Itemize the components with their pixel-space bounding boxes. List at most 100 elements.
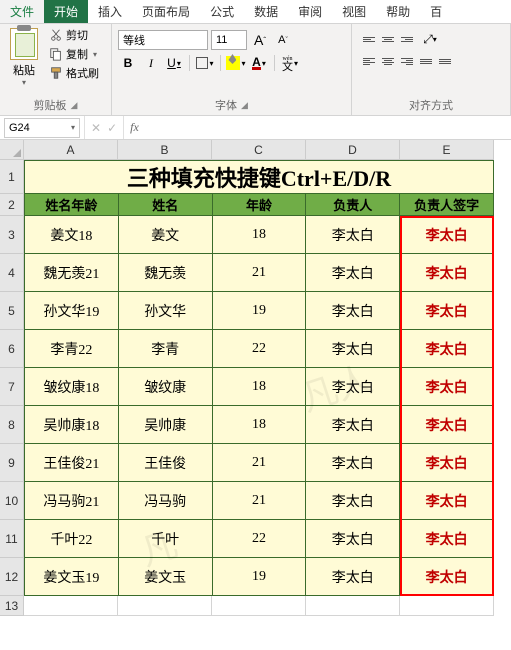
row-header[interactable]: 5: [0, 292, 24, 330]
table-header-cell: 姓名年龄: [24, 194, 119, 216]
table-row: 冯马驹21冯马驹21李太白李太白: [24, 482, 494, 520]
select-all-corner[interactable]: [0, 140, 24, 160]
tab-data[interactable]: 数据: [244, 0, 288, 23]
data-table: 三种填充快捷键Ctrl+E/D/R 姓名年龄姓名年龄负责人负责人签字 姜文18姜…: [24, 160, 494, 596]
table-header-row: 姓名年龄姓名年龄负责人负责人签字: [24, 194, 494, 216]
table-cell: 孙文华: [119, 292, 213, 330]
table-cell: 皱纹康: [119, 368, 213, 406]
increase-indent-button[interactable]: [436, 52, 454, 70]
table-cell: 18: [213, 216, 307, 254]
cell[interactable]: [212, 596, 306, 616]
table-cell: 魏无羡: [119, 254, 213, 292]
row-header[interactable]: 12: [0, 558, 24, 596]
cut-button[interactable]: 剪切: [46, 26, 102, 44]
row-header[interactable]: 7: [0, 368, 24, 406]
tab-page-layout[interactable]: 页面布局: [132, 0, 200, 23]
font-color-button[interactable]: A▾: [249, 53, 269, 73]
enter-icon[interactable]: ✓: [107, 121, 117, 135]
brush-icon: [49, 66, 63, 80]
tab-insert[interactable]: 插入: [88, 0, 132, 23]
format-painter-button[interactable]: 格式刷: [46, 64, 102, 82]
row-header[interactable]: 1: [0, 160, 24, 194]
table-cell: 皱纹康18: [24, 368, 119, 406]
fill-color-button[interactable]: ▾: [226, 53, 246, 73]
paste-button[interactable]: 粘贴 ▾: [4, 26, 44, 89]
cancel-icon[interactable]: ✕: [91, 121, 101, 135]
font-dialog-launcher[interactable]: ◢: [241, 100, 248, 111]
tab-formulas[interactable]: 公式: [200, 0, 244, 23]
font-group-label: 字体: [215, 97, 237, 113]
row-header[interactable]: 11: [0, 520, 24, 558]
row-header[interactable]: 3: [0, 216, 24, 254]
align-right-button[interactable]: [398, 52, 416, 70]
table-cell: 李太白: [400, 330, 494, 368]
align-left-button[interactable]: [360, 52, 378, 70]
align-middle-button[interactable]: [379, 30, 397, 48]
column-header[interactable]: B: [118, 140, 212, 160]
shrink-font-button[interactable]: Aˇ: [273, 30, 293, 50]
name-box[interactable]: G24▾: [4, 118, 80, 138]
orientation-button[interactable]: ⤢▾: [417, 30, 443, 48]
table-cell: 姜文玉19: [24, 558, 119, 596]
table-row: 姜文18姜文18李太白李太白: [24, 216, 494, 254]
tab-help[interactable]: 帮助: [376, 0, 420, 23]
row-header[interactable]: 6: [0, 330, 24, 368]
cell[interactable]: [400, 596, 494, 616]
table-cell: 18: [213, 368, 307, 406]
row-header[interactable]: 9: [0, 444, 24, 482]
align-top-button[interactable]: [360, 30, 378, 48]
table-header-cell: 年龄: [213, 194, 307, 216]
tab-more[interactable]: 百: [420, 0, 452, 23]
font-size-select[interactable]: [211, 30, 247, 50]
decrease-indent-button[interactable]: [417, 52, 435, 70]
cell[interactable]: [306, 596, 400, 616]
row-header[interactable]: 8: [0, 406, 24, 444]
tab-home[interactable]: 开始: [44, 0, 88, 23]
tab-review[interactable]: 审阅: [288, 0, 332, 23]
cell[interactable]: [24, 596, 118, 616]
tab-view[interactable]: 视图: [332, 0, 376, 23]
table-cell: 王佳俊: [119, 444, 213, 482]
table-cell: 李太白: [306, 216, 400, 254]
chevron-down-icon: ▾: [71, 123, 75, 132]
align-center-button[interactable]: [379, 52, 397, 70]
cell[interactable]: [118, 596, 212, 616]
table-row: 姜文玉19姜文玉19李太白李太白: [24, 558, 494, 596]
table-row: 魏无羡21魏无羡21李太白李太白: [24, 254, 494, 292]
grow-font-button[interactable]: Aˆ: [250, 30, 270, 50]
tab-file[interactable]: 文件: [0, 0, 44, 23]
copy-button[interactable]: 复制▾: [46, 45, 102, 63]
spreadsheet-grid[interactable]: ABCDE12345678910111213 三种填充快捷键Ctrl+E/D/R…: [0, 140, 511, 616]
font-name-select[interactable]: [118, 30, 208, 50]
borders-button[interactable]: ▾: [195, 53, 215, 73]
underline-button[interactable]: U▾: [164, 53, 184, 73]
fx-icon[interactable]: fx: [124, 120, 145, 135]
column-header[interactable]: D: [306, 140, 400, 160]
ribbon-group-font: Aˆ Aˇ B I U▾ ▾ ▾ A▾ wén文▾ 字体 ◢: [112, 24, 352, 115]
border-icon: [196, 57, 208, 69]
row-header[interactable]: 13: [0, 596, 24, 616]
column-header[interactable]: A: [24, 140, 118, 160]
row-header[interactable]: 4: [0, 254, 24, 292]
table-cell: 李太白: [306, 520, 400, 558]
table-cell: 李太白: [400, 292, 494, 330]
table-cell: 李青22: [24, 330, 119, 368]
formula-input[interactable]: [145, 118, 511, 138]
table-cell: 李太白: [400, 444, 494, 482]
italic-button[interactable]: I: [141, 53, 161, 73]
row-header[interactable]: 2: [0, 194, 24, 216]
table-cell: 21: [213, 444, 307, 482]
table-row: 孙文华19孙文华19李太白李太白: [24, 292, 494, 330]
table-cell: 22: [213, 330, 307, 368]
column-header[interactable]: E: [400, 140, 494, 160]
font-color-icon: A: [252, 57, 261, 70]
ribbon-group-alignment: ⤢▾ 对齐方式: [352, 24, 511, 115]
row-header[interactable]: 10: [0, 482, 24, 520]
clipboard-dialog-launcher[interactable]: ◢: [71, 100, 78, 111]
table-row: 千叶22千叶22李太白李太白: [24, 520, 494, 558]
phonetic-guide-button[interactable]: wén文▾: [280, 53, 300, 73]
align-bottom-button[interactable]: [398, 30, 416, 48]
table-cell: 千叶: [119, 520, 213, 558]
column-header[interactable]: C: [212, 140, 306, 160]
bold-button[interactable]: B: [118, 53, 138, 73]
